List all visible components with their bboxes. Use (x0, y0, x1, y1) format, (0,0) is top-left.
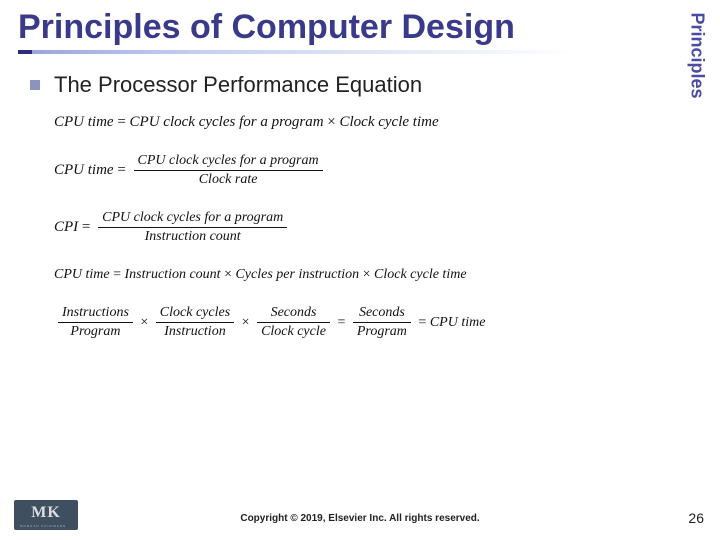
eq5-f3: Seconds Clock cycle (257, 305, 330, 340)
eq4-b: Cycles per instruction (235, 267, 359, 282)
equation-4: CPU time = Instruction count × Cycles pe… (54, 267, 670, 283)
content-area: The Processor Performance Equation CPU t… (30, 72, 670, 362)
eq1-lhs: CPU time (54, 114, 114, 130)
footer: MK MORGAN KAUFMANN Copyright © 2019, Els… (0, 494, 720, 534)
eq-equals: = (117, 114, 129, 130)
eq2-fraction: CPU clock cycles for a program Clock rat… (134, 153, 323, 188)
eq3-lhs: CPI (54, 219, 78, 236)
eq5-f3-den: Clock cycle (257, 323, 330, 340)
equation-3: CPI = CPU clock cycles for a program Ins… (54, 210, 670, 245)
eq1-a: CPU clock cycles for a program (130, 114, 324, 130)
bullet-text: The Processor Performance Equation (54, 72, 422, 98)
side-tab-label: Principles (687, 12, 708, 98)
eq5-f3-num: Seconds (257, 305, 330, 323)
eq5-f4: Seconds Program (353, 305, 411, 340)
eq5-times-2: × (242, 315, 250, 331)
eq5-f1-den: Program (58, 323, 133, 340)
eq-equals: = (82, 219, 90, 236)
title-underline-fade (32, 50, 580, 54)
title-underline (18, 50, 580, 54)
bullet-row: The Processor Performance Equation (30, 72, 670, 98)
eq3-den: Instruction count (98, 228, 287, 245)
eq4-c: Clock cycle time (374, 267, 467, 282)
equation-2: CPU time = CPU clock cycles for a progra… (54, 153, 670, 188)
side-tab: Principles (686, 0, 708, 110)
title-underline-accent (18, 50, 32, 54)
eq4-op1: × (224, 267, 232, 282)
copyright-text: Copyright © 2019, Elsevier Inc. All righ… (0, 513, 720, 524)
eq5-times-1: × (140, 315, 148, 331)
eq1-b: Clock cycle time (340, 114, 439, 130)
slide: Principles Principles of Computer Design… (0, 0, 720, 540)
eq5-f2: Clock cycles Instruction (156, 305, 234, 340)
eq5-f4-num: Seconds (353, 305, 411, 323)
eq2-num: CPU clock cycles for a program (134, 153, 323, 171)
eq5-f4-den: Program (353, 323, 411, 340)
logo-subtext: MORGAN KAUFMANN (20, 524, 66, 528)
page-number: 26 (688, 510, 704, 526)
eq2-lhs: CPU time (54, 162, 114, 179)
title-bar: Principles of Computer Design (18, 8, 660, 51)
eq4-a: Instruction count (125, 267, 221, 282)
eq4-op2: × (363, 267, 371, 282)
eq5-f1: Instructions Program (58, 305, 133, 340)
eq3-num: CPU clock cycles for a program (98, 210, 287, 228)
equation-1: CPU time = CPU clock cycles for a progra… (54, 114, 670, 131)
eq5-f2-den: Instruction (156, 323, 234, 340)
eq5-f2-num: Clock cycles (156, 305, 234, 323)
eq5-rhs: CPU time (430, 315, 486, 331)
equation-5: Instructions Program × Clock cycles Inst… (54, 305, 670, 340)
bullet-icon (30, 80, 40, 90)
eq5-equals-1: = (337, 315, 345, 331)
eq5-f1-num: Instructions (58, 305, 133, 323)
equations: CPU time = CPU clock cycles for a progra… (54, 114, 670, 340)
eq4-lhs: CPU time (54, 267, 110, 282)
page-title: Principles of Computer Design (18, 8, 515, 51)
eq3-fraction: CPU clock cycles for a program Instructi… (98, 210, 287, 245)
eq5-equals-2: = (418, 315, 426, 331)
eq-equals: = (113, 267, 124, 282)
eq-equals: = (117, 162, 125, 179)
eq1-op: × (327, 114, 335, 130)
eq2-den: Clock rate (134, 171, 323, 188)
